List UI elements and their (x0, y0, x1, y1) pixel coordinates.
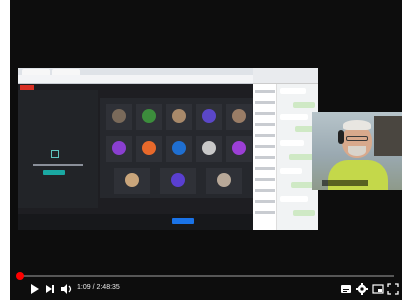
meeting-side-panel (18, 90, 98, 208)
chat-contact-list (253, 84, 277, 230)
chat-bubble (280, 168, 302, 174)
participant-tile (166, 104, 192, 130)
chat-contact (255, 200, 275, 203)
join-button (172, 218, 194, 224)
participant-avatar (172, 141, 186, 155)
meeting-toolbar (18, 214, 253, 230)
play-icon (31, 284, 39, 294)
chat-window (253, 68, 318, 230)
participant-tile (226, 104, 252, 130)
webcam-name-label (322, 180, 368, 186)
progress-bar[interactable] (15, 272, 394, 280)
chat-bubble (293, 102, 315, 108)
chat-contact (255, 101, 275, 104)
next-button[interactable] (45, 283, 55, 295)
participant-avatar (217, 173, 231, 187)
chat-bubble (280, 196, 308, 202)
participant-tile (106, 104, 132, 130)
present-icon (51, 150, 59, 158)
participant-tile (196, 104, 222, 130)
participant-avatar (142, 109, 156, 123)
volume-button[interactable] (60, 283, 72, 295)
participant-avatar (171, 173, 185, 187)
participant-tile (136, 136, 162, 162)
chat-header (253, 68, 318, 84)
participant-tile (166, 136, 192, 162)
subtitles-button[interactable] (340, 283, 352, 295)
participant-tile (136, 104, 162, 130)
participant-grid (100, 98, 258, 198)
miniplayer-button[interactable] (372, 283, 384, 295)
participant-avatar (142, 141, 156, 155)
participant-avatar (112, 141, 126, 155)
participant-tile (206, 168, 242, 194)
settings-button[interactable] (356, 283, 368, 295)
chat-contact (255, 123, 275, 126)
participant-tile (160, 168, 196, 194)
fullscreen-icon (387, 283, 399, 295)
chat-contact (255, 112, 275, 115)
next-icon (46, 285, 54, 293)
participant-tile (226, 136, 252, 162)
chat-contact (255, 211, 275, 214)
video-player[interactable]: 1:09 / 2:48:35 (10, 0, 402, 300)
participant-avatar (202, 141, 216, 155)
presenter-beard (348, 146, 366, 156)
participant-tile (106, 136, 132, 162)
chat-contact (255, 90, 275, 93)
fullscreen-button[interactable] (387, 283, 399, 295)
progress-scrubber[interactable] (15, 272, 24, 280)
presenter-hair (343, 120, 371, 130)
miniplayer-icon (372, 284, 384, 294)
chat-contact (255, 145, 275, 148)
participant-tile (196, 136, 222, 162)
chat-contact (255, 156, 275, 159)
participant-avatar (232, 141, 246, 155)
chat-contact (255, 167, 275, 170)
participant-avatar (232, 109, 246, 123)
subtitles-icon (341, 285, 351, 293)
play-button[interactable] (30, 283, 40, 295)
bookshelf (374, 116, 402, 156)
chat-bubble (280, 140, 304, 146)
webcam-overlay (312, 112, 402, 190)
participant-avatar (112, 109, 126, 123)
chat-contact (255, 134, 275, 137)
panel-button (43, 170, 65, 175)
participant-avatar (172, 109, 186, 123)
participant-avatar (125, 173, 139, 187)
chat-contact (255, 178, 275, 181)
shared-screen (18, 68, 318, 230)
participant-avatar (202, 109, 216, 123)
time-display: 1:09 / 2:48:35 (77, 284, 120, 291)
chat-bubble (280, 114, 308, 120)
chat-bubble (293, 210, 315, 216)
presenter-glasses (346, 136, 368, 141)
chat-contact (255, 189, 275, 192)
volume-icon (61, 284, 72, 294)
participant-tile (114, 168, 150, 194)
settings-icon (356, 283, 368, 295)
headset-icon (338, 130, 344, 144)
panel-text (33, 164, 83, 166)
chat-bubble (280, 88, 306, 94)
